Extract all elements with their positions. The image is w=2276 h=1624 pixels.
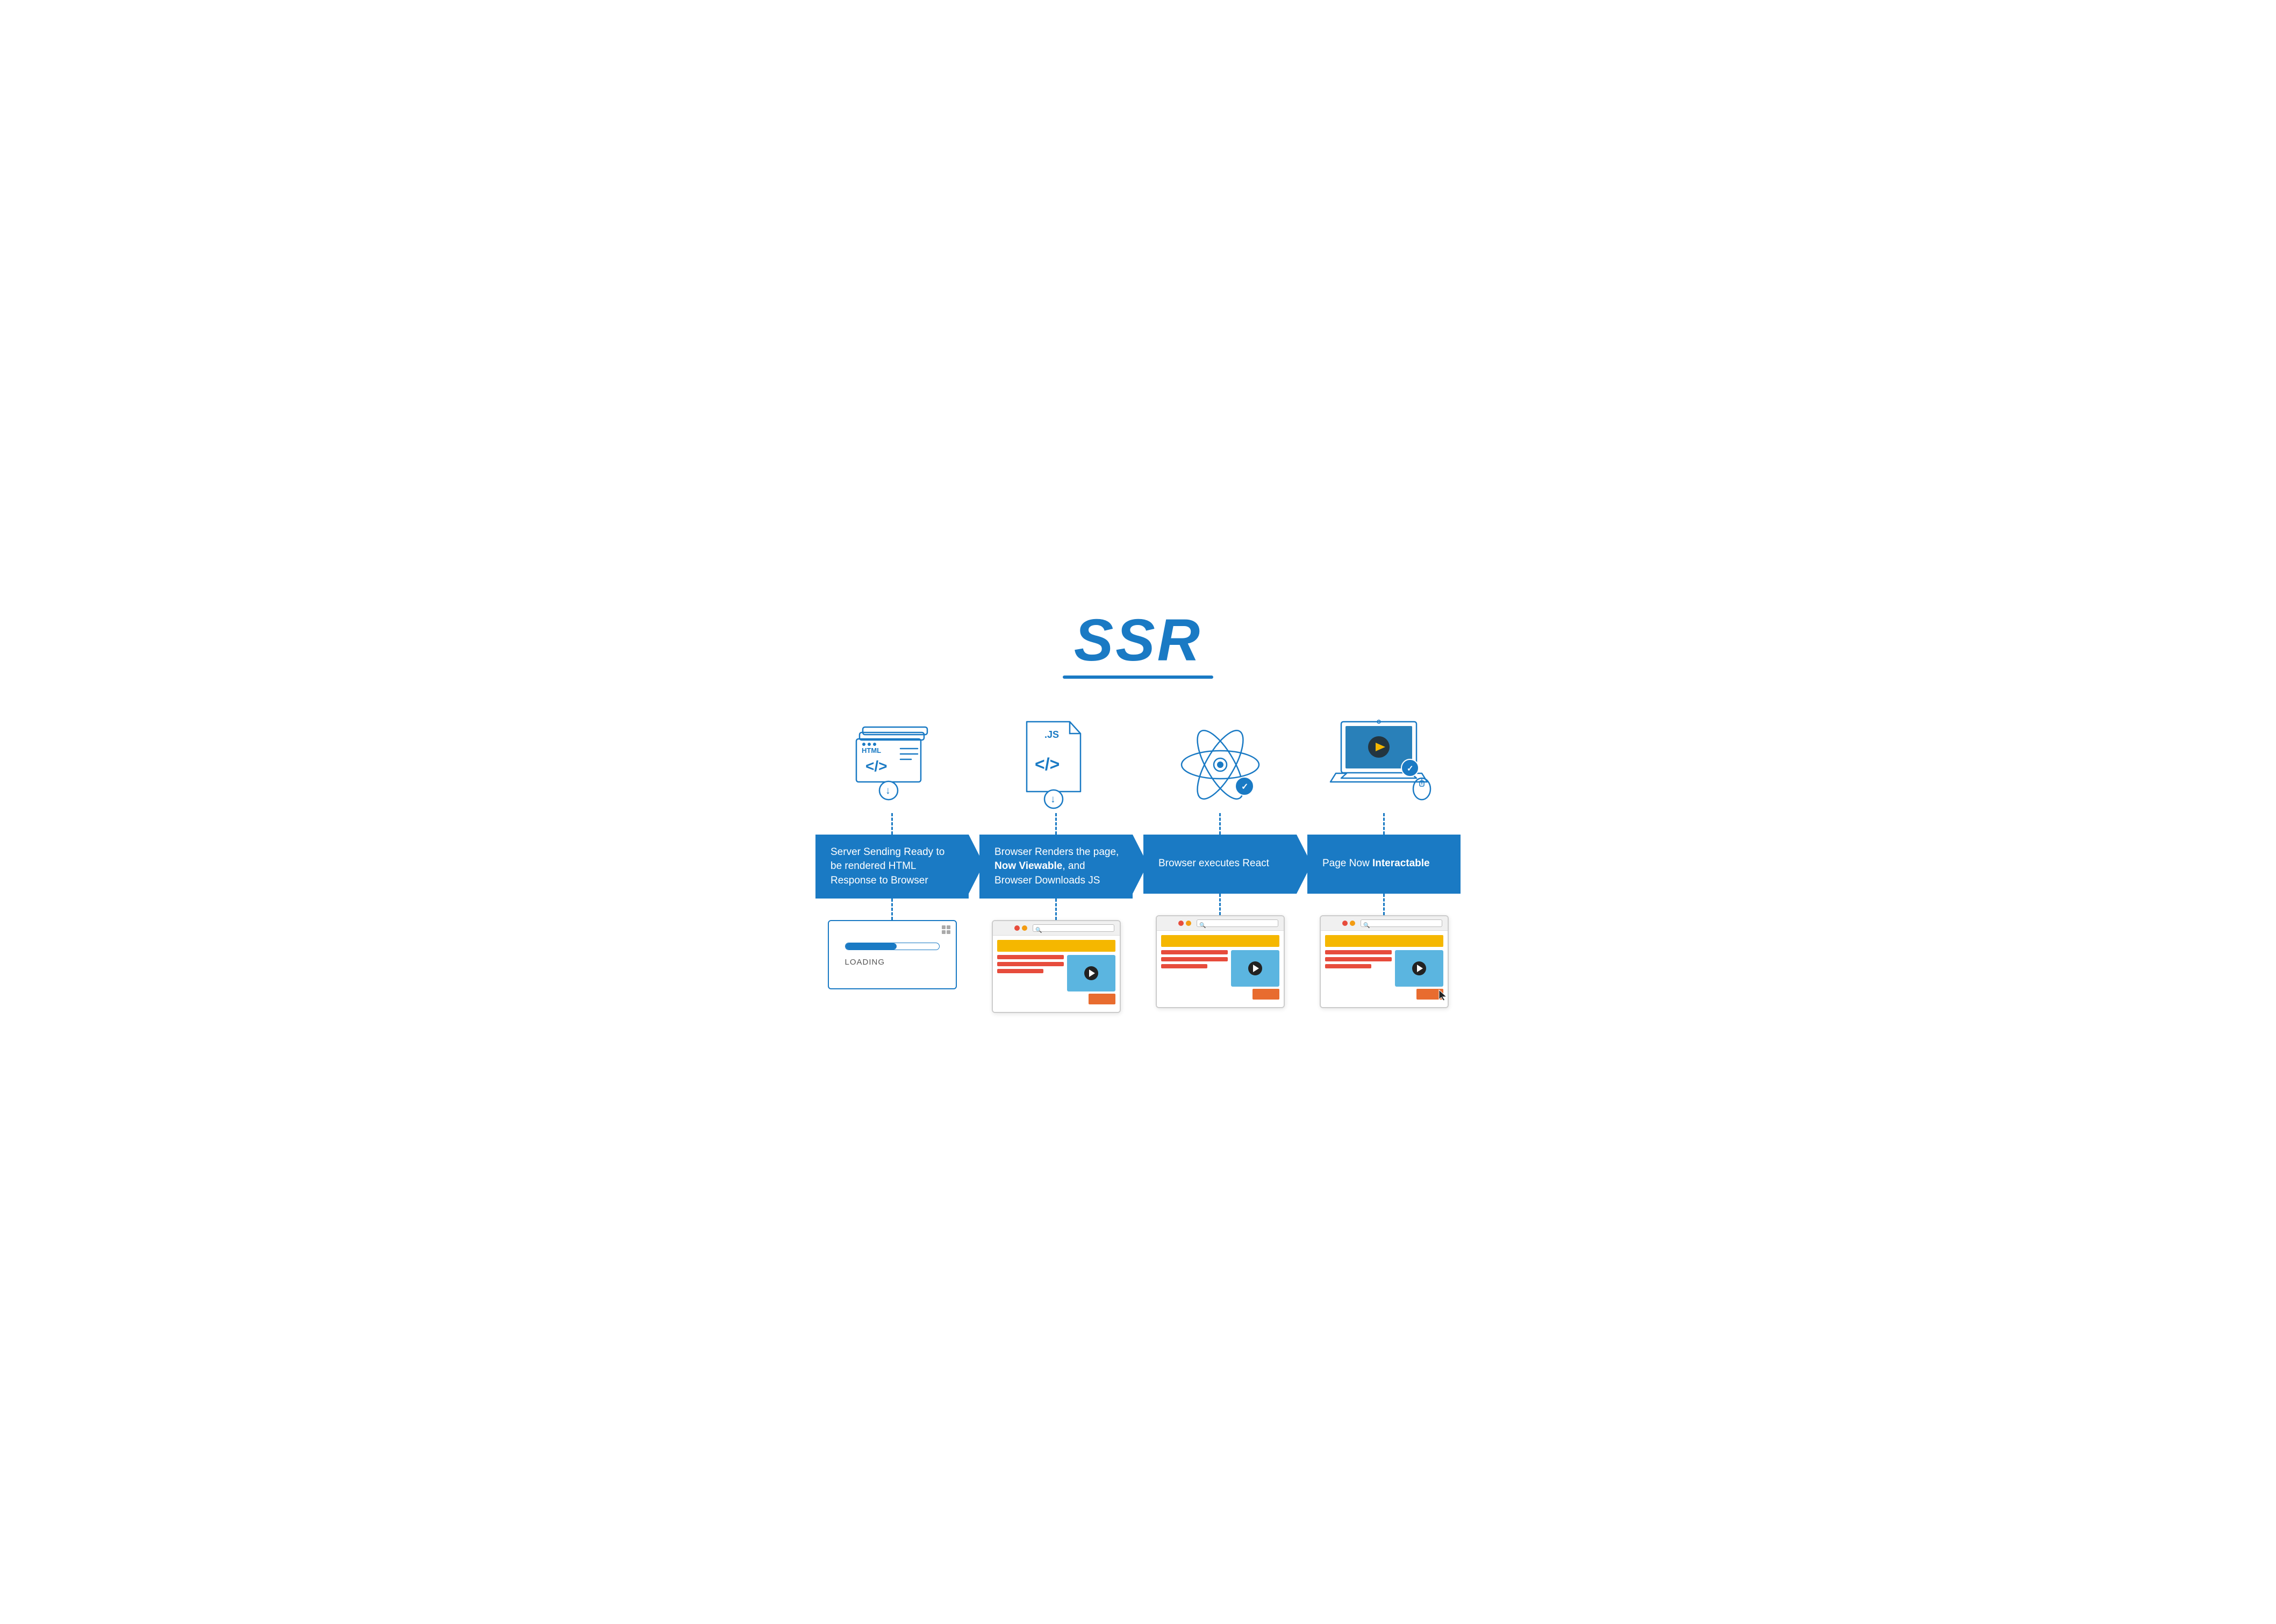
arrow-box-1: Server Sending Ready to be rendered HTML… [815, 835, 969, 899]
line-4a [1325, 950, 1392, 954]
dashed-line-3b [1219, 894, 1221, 915]
dot-red [1014, 925, 1020, 931]
dashed-line-4 [1383, 813, 1385, 835]
line-4c [1325, 964, 1372, 968]
browser-body-2 [993, 936, 1120, 1012]
play-btn-3 [1248, 961, 1262, 975]
cursor-icon [1438, 989, 1449, 1002]
loading-mockup: LOADING [828, 920, 957, 989]
browser-mockup-2: 🔍 [992, 920, 1121, 1013]
svg-text:</>: </> [865, 758, 887, 774]
svg-text:↓: ↓ [1050, 794, 1056, 805]
dashed-line-2b [1055, 899, 1057, 920]
arrow-box-text-4: Page Now Interactable [1322, 857, 1430, 871]
laptop-icon: ✓ [1307, 706, 1461, 813]
title-underline [1063, 676, 1213, 679]
orange-block-3 [1252, 989, 1279, 1000]
screenshot-viewable: 🔍 [979, 920, 1133, 1013]
dashed-line-3 [1219, 813, 1221, 835]
flow-col-2: .JS </> ↓ Browser Renders the page, Now … [979, 706, 1133, 1014]
line-3c [1161, 964, 1208, 968]
arrow-box-4: Page Now Interactable [1307, 835, 1461, 894]
line-2c [997, 969, 1044, 973]
dot-red-4 [1342, 921, 1348, 926]
html-stack-icon: HTML </> ↓ [815, 706, 969, 813]
titlebar-4: 🔍 [1321, 916, 1448, 931]
titlebar-2: 🔍 [993, 921, 1120, 936]
dashed-line-4b [1383, 894, 1385, 915]
hero-bar-2 [997, 940, 1115, 952]
search-bar-3: 🔍 [1197, 919, 1278, 927]
arrow-box-text-3: Browser executes React [1158, 857, 1269, 871]
line-3a [1161, 950, 1228, 954]
hero-bar-4 [1325, 935, 1443, 947]
loading-text-area: LOADING [834, 926, 950, 983]
svg-text:</>: </> [1035, 754, 1060, 774]
dot-yellow [1022, 925, 1027, 931]
svg-text:↓: ↓ [885, 785, 891, 796]
play-btn-2 [1084, 966, 1098, 980]
loading-label: LOADING [845, 958, 885, 967]
flow-grid: HTML </> ↓ Server Sending Ready to be re… [815, 706, 1461, 1014]
flow-col-1: HTML </> ↓ Server Sending Ready to be re… [815, 706, 969, 1014]
svg-text:.JS: .JS [1044, 729, 1059, 740]
search-bar: 🔍 [1033, 924, 1114, 932]
video-thumb-2 [1067, 955, 1115, 991]
content-row-3 [1161, 950, 1279, 1000]
main-title: SSR [815, 611, 1461, 670]
play-btn-4 [1412, 961, 1426, 975]
js-file-icon: .JS </> ↓ [979, 706, 1133, 813]
orange-block-2 [1089, 994, 1115, 1004]
svg-text:HTML: HTML [862, 746, 881, 754]
dashed-line-2 [1055, 813, 1057, 835]
dashed-line-1 [891, 813, 893, 835]
svg-text:✓: ✓ [1241, 782, 1248, 792]
content-row-4 [1325, 950, 1443, 1000]
dot-red-3 [1178, 921, 1184, 926]
browser-mockup-4: 🔍 [1320, 915, 1449, 1008]
loading-bar [845, 943, 940, 950]
dot-yellow-4 [1350, 921, 1355, 926]
screenshot-loading: LOADING [815, 920, 969, 989]
line-3b [1161, 957, 1228, 961]
browser-body-3 [1157, 931, 1284, 1007]
screenshot-interactable: 🔍 [1307, 915, 1461, 1008]
screenshot-executing: 🔍 [1143, 915, 1297, 1008]
flow-col-3: ✓ Browser executes React 🔍 [1143, 706, 1297, 1014]
title-section: SSR [815, 611, 1461, 679]
arrow-box-text-2: Browser Renders the page, Now Viewable, … [994, 845, 1120, 888]
video-thumb-3 [1231, 950, 1279, 987]
arrow-box-text-1: Server Sending Ready to be rendered HTML… [831, 845, 956, 888]
text-lines-3 [1161, 950, 1228, 1000]
line-2b [997, 962, 1064, 966]
svg-text:✓: ✓ [1407, 764, 1414, 773]
page-wrapper: SSR HTML </> [815, 611, 1461, 1014]
arrow-box-2: Browser Renders the page, Now Viewable, … [979, 835, 1133, 899]
dashed-line-1b [891, 899, 893, 920]
flow-col-4: ✓ Page Now Interactable 🔍 [1307, 706, 1461, 1014]
content-row-2 [997, 955, 1115, 1004]
video-thumb-4 [1395, 950, 1443, 987]
text-lines-4 [1325, 950, 1392, 1000]
browser-body-4 [1321, 931, 1448, 1007]
dot-yellow-3 [1186, 921, 1191, 926]
arrow-box-3: Browser executes React [1143, 835, 1297, 894]
bold-interactable: Interactable [1372, 858, 1430, 869]
bold-viewable: Now Viewable [994, 860, 1062, 872]
line-2a [997, 955, 1064, 959]
browser-mockup-3: 🔍 [1156, 915, 1285, 1008]
react-icon: ✓ [1143, 706, 1297, 813]
text-lines-2 [997, 955, 1064, 1004]
loading-bar-fill [846, 943, 897, 950]
search-bar-4: 🔍 [1361, 919, 1442, 927]
titlebar-3: 🔍 [1157, 916, 1284, 931]
line-4b [1325, 957, 1392, 961]
hero-bar-3 [1161, 935, 1279, 947]
